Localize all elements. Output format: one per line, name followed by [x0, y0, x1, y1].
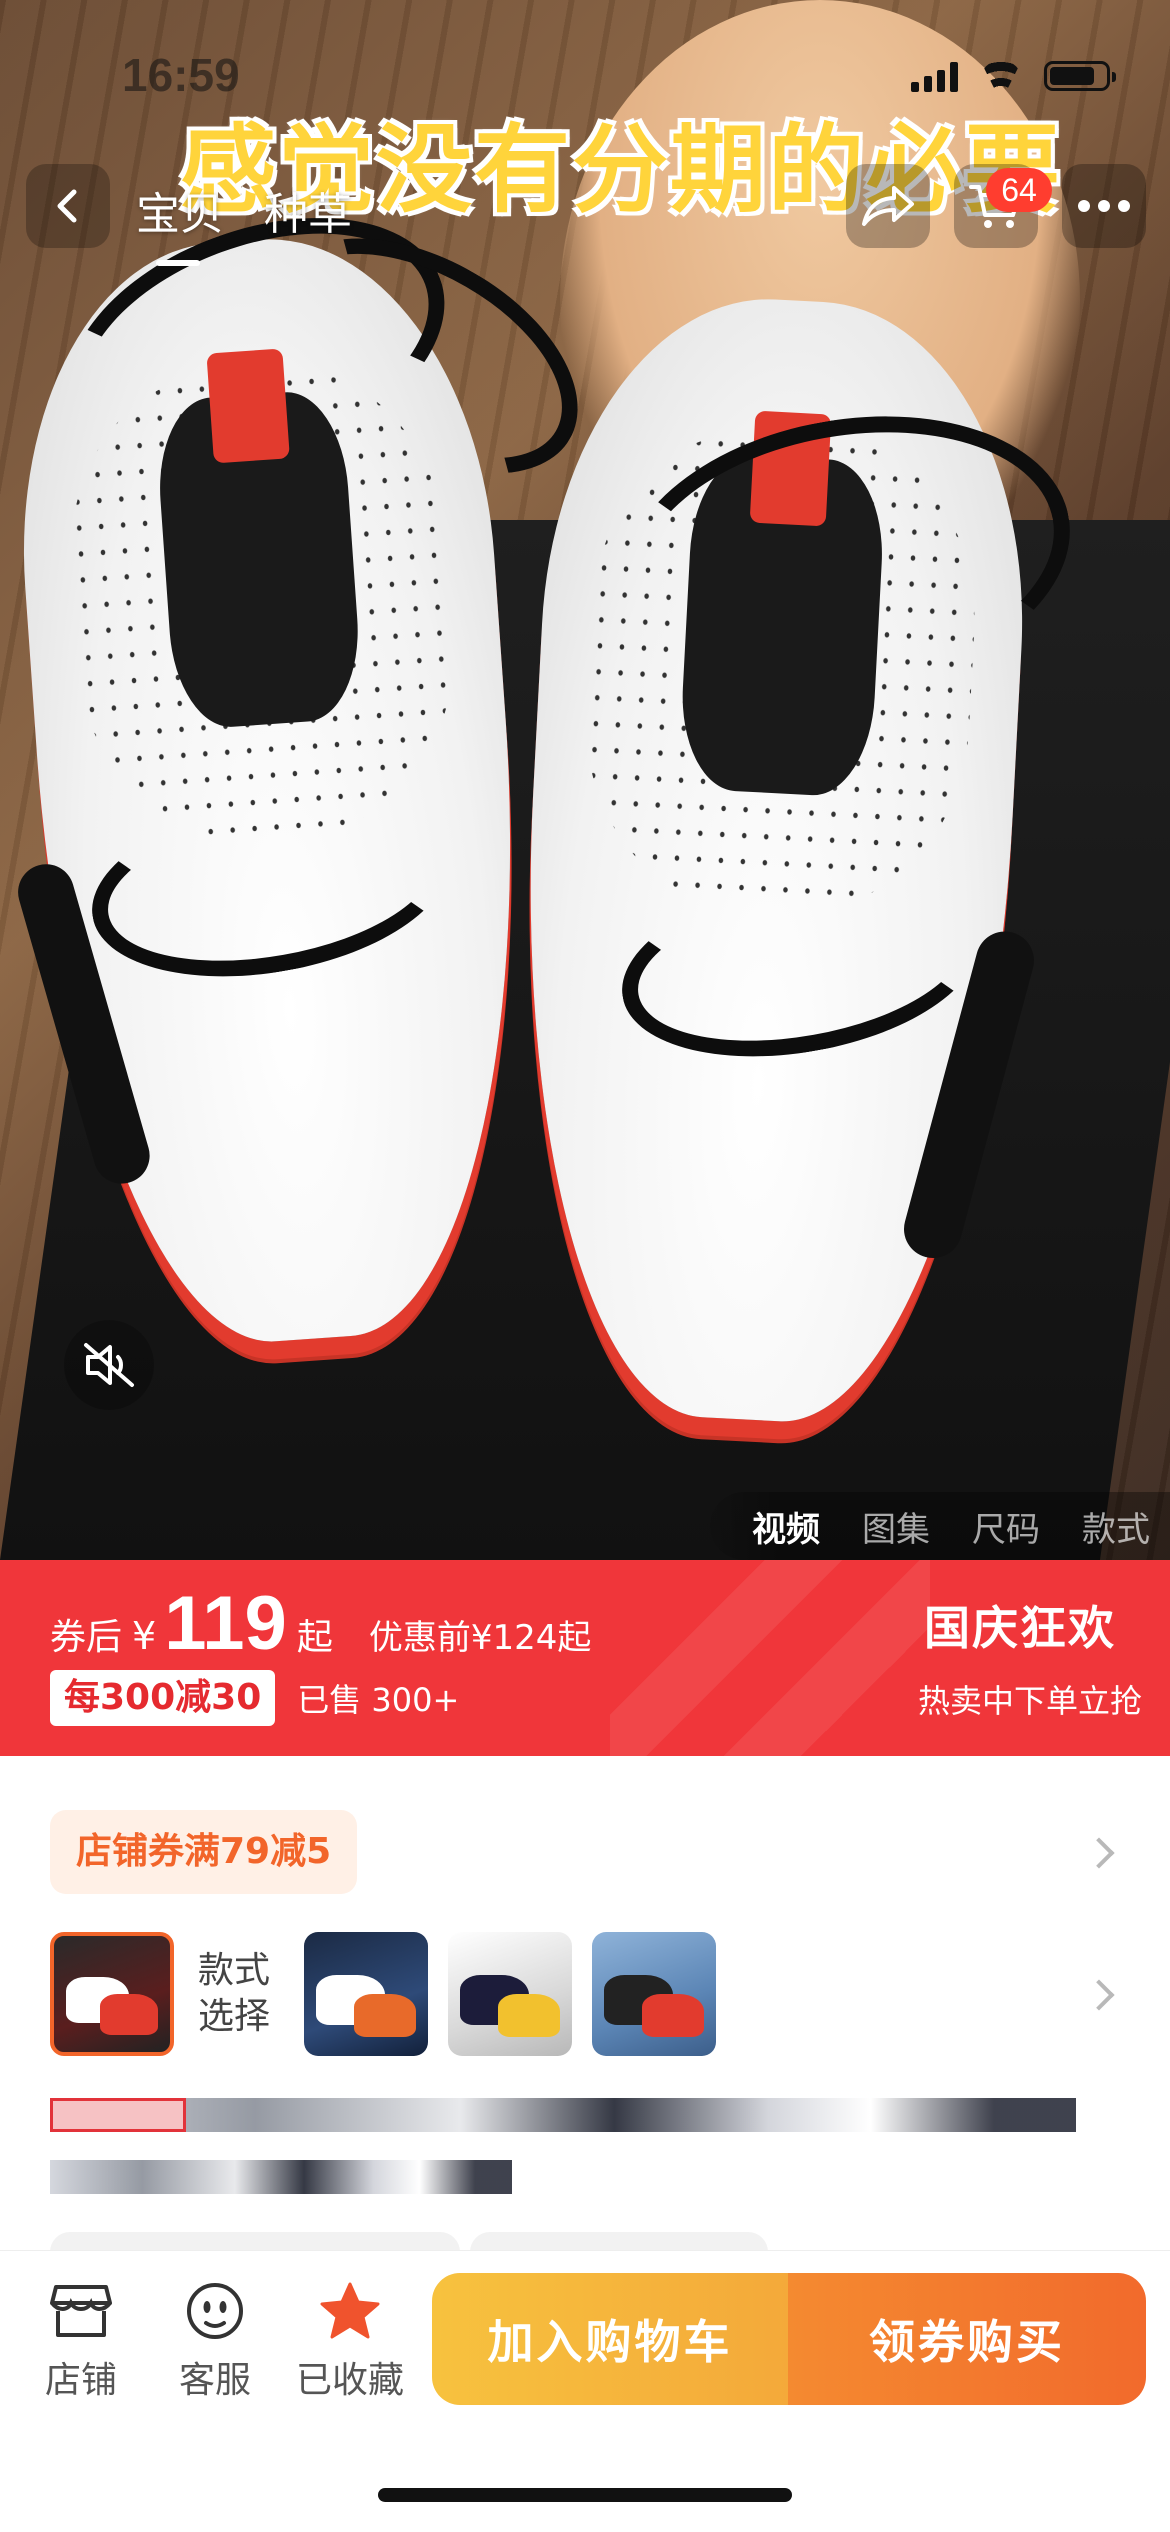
variant-thumb[interactable]: [50, 1932, 174, 2056]
product-detail-screen: 16:59 感觉没有分期的必要 宝贝 种草 64 视频 图集 尺码 款式 券后 …: [0, 0, 1170, 2532]
variant-selector[interactable]: 款式选择: [50, 1932, 736, 2056]
add-to-cart-button[interactable]: 加入购物车: [432, 2273, 788, 2405]
price-amount: 119: [164, 1581, 287, 1666]
more-icon: [1078, 200, 1130, 212]
back-icon: [57, 189, 77, 223]
signal-icon: [911, 60, 958, 92]
product-title-obscured: [50, 2098, 1076, 2132]
service-label: 客服: [178, 2360, 251, 2401]
chevron-right-icon[interactable]: [1083, 1837, 1115, 1869]
price-banner: 券后 ¥ 119 起 优惠前¥124起 每300减30 已售 300+ 国庆狂欢…: [0, 1560, 1170, 1756]
media-tab-video[interactable]: 视频: [752, 1502, 820, 1551]
favorite-button[interactable]: 已收藏: [280, 2281, 420, 2403]
store-label: 店铺: [44, 2360, 117, 2401]
title-tag-obscured: [50, 2098, 186, 2132]
wifi-icon: [980, 60, 1022, 92]
media-tab-size[interactable]: 尺码: [972, 1502, 1040, 1551]
variant-thumb[interactable]: [304, 1932, 428, 2056]
promo-tag: 每300减30: [50, 1670, 276, 1726]
cart-count-badge: 64: [986, 168, 1052, 212]
currency-symbol: ¥: [132, 1614, 157, 1658]
original-price: 优惠前¥124起: [368, 1618, 592, 1658]
mute-button[interactable]: [64, 1320, 154, 1410]
media-tab-gallery[interactable]: 图集: [862, 1502, 930, 1551]
chevron-right-icon[interactable]: [1083, 1979, 1115, 2011]
share-button[interactable]: [846, 164, 930, 248]
more-button[interactable]: [1062, 164, 1146, 248]
status-icons: [911, 60, 1116, 92]
favorite-label: 已收藏: [295, 2360, 404, 2401]
price-row: 券后 ¥ 119 起 优惠前¥124起: [50, 1580, 591, 1667]
battery-icon: [1044, 61, 1116, 91]
festival-subtitle: 热卖中下单立抢: [917, 1682, 1142, 1720]
variant-label: 款式选择: [198, 1950, 271, 2037]
media-tabs: 视频 图集 尺码 款式: [710, 1492, 1170, 1560]
star-icon: [320, 2282, 380, 2339]
tab-recommend[interactable]: 种草: [264, 178, 352, 242]
service-button[interactable]: 客服: [150, 2281, 280, 2403]
price-from-suffix: 起: [296, 1617, 333, 1658]
variant-thumb[interactable]: [592, 1932, 716, 2056]
store-button[interactable]: 店铺: [16, 2281, 146, 2403]
festival-title: 国庆狂欢: [924, 1601, 1116, 1655]
promo-row: 每300减30 已售 300+: [50, 1670, 459, 1726]
sold-count: 已售 300+: [297, 1681, 460, 1719]
tab-product[interactable]: 宝贝: [136, 178, 224, 266]
store-coupon-chip[interactable]: 店铺券满79减5: [50, 1810, 358, 1894]
coupon-buy-button[interactable]: 领券购买: [788, 2273, 1146, 2405]
mute-icon: [84, 1343, 134, 1387]
media-tab-style[interactable]: 款式: [1082, 1502, 1150, 1551]
share-icon: [862, 186, 914, 226]
after-coupon-label: 券后: [50, 1617, 123, 1658]
store-icon: [50, 2285, 112, 2337]
top-tabs: 宝贝 种草: [136, 178, 352, 266]
product-title-obscured: [50, 2160, 512, 2194]
back-button[interactable]: [26, 164, 110, 248]
service-icon: [187, 2283, 243, 2339]
home-indicator[interactable]: [378, 2488, 792, 2502]
banner-decoration: [610, 1560, 930, 1756]
variant-thumb[interactable]: [448, 1932, 572, 2056]
